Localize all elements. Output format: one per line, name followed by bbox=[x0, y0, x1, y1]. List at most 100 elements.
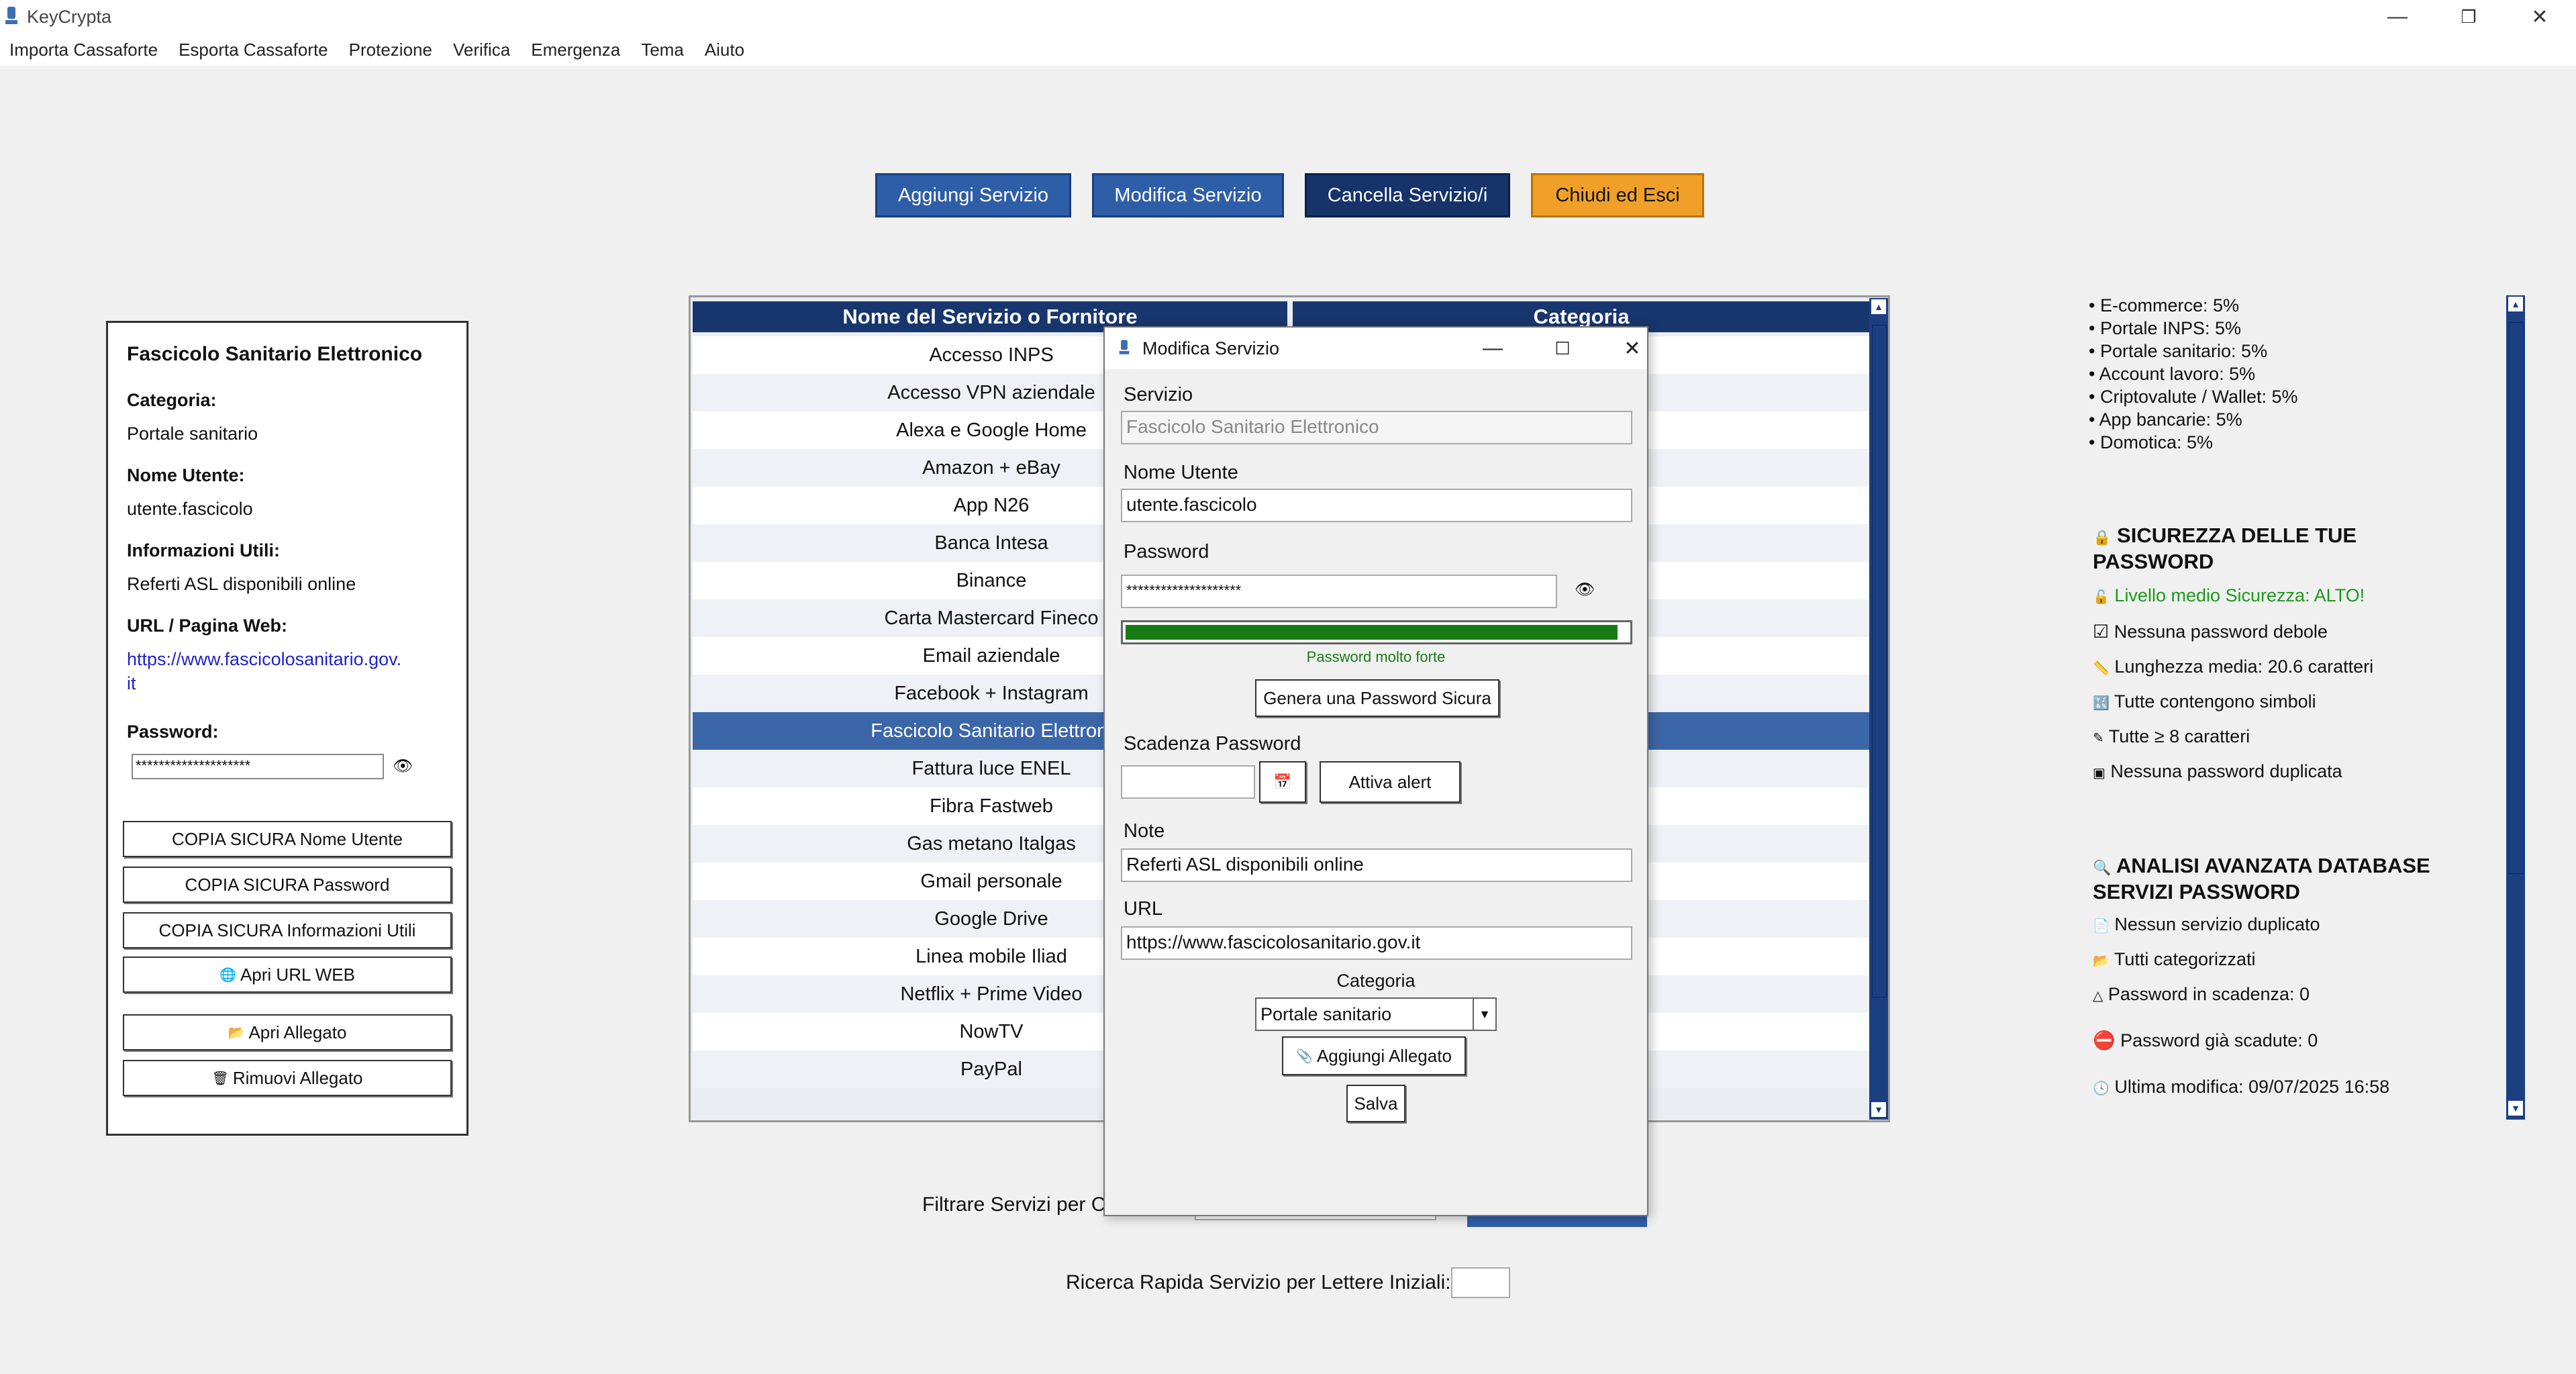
restore-icon: ❐ bbox=[2461, 6, 2477, 27]
stat-distribution-item: • Criptovalute / Wallet: 5% bbox=[2089, 387, 2298, 407]
filter-label: Filtrare Servizi per Ca bbox=[922, 1193, 1118, 1216]
delete-service-button[interactable]: Cancella Servizio/i bbox=[1305, 173, 1510, 217]
detail-password-label: Password: bbox=[127, 722, 219, 742]
stat-distribution-item: • Account lavoro: 5% bbox=[2089, 364, 2256, 384]
copy-info-label: COPIA SICURA Informazioni Utili bbox=[158, 920, 416, 940]
activate-alert-label: Attiva alert bbox=[1348, 771, 1432, 792]
title-bar: KeyCrypta — ❐ ✕ bbox=[0, 0, 2576, 34]
expiry-date-field[interactable] bbox=[1121, 765, 1255, 799]
add-attachment-button[interactable]: 📎 Aggiungi Allegato bbox=[1282, 1036, 1466, 1075]
open-attachment-label: Apri Allegato bbox=[248, 1022, 347, 1042]
security-heading-line2: PASSWORD bbox=[2093, 550, 2214, 573]
clock-icon: 🕓 bbox=[2093, 1081, 2110, 1096]
user-label: Nome Utente bbox=[1124, 462, 1238, 483]
generate-password-label: Genera una Password Sicura bbox=[1263, 687, 1491, 708]
copy-password-button[interactable]: COPIA SICURA Password bbox=[123, 867, 452, 903]
menu-verify[interactable]: Verifica bbox=[453, 40, 510, 60]
calendar-button[interactable]: 📅 bbox=[1259, 761, 1306, 803]
dialog-close-button[interactable]: ✕ bbox=[1612, 330, 1652, 366]
note-label: Note bbox=[1124, 820, 1165, 842]
scroll-up-icon[interactable]: ▲ bbox=[2508, 297, 2523, 311]
note-field[interactable]: Referti ASL disponibili online bbox=[1121, 848, 1632, 882]
symbols-icon: 🔣 bbox=[2093, 696, 2110, 711]
add-service-button[interactable]: Aggiungi Servizio bbox=[875, 173, 1071, 217]
menu-export[interactable]: Esporta Cassaforte bbox=[179, 40, 328, 60]
copy-user-button[interactable]: COPIA SICURA Nome Utente bbox=[123, 821, 452, 857]
menu-emergency[interactable]: Emergenza bbox=[531, 40, 620, 60]
analysis-heading-line1: ANALISI AVANZATA DATABASE bbox=[2116, 854, 2430, 877]
analysis-item: △ Password in scadenza: 0 bbox=[2093, 984, 2310, 1005]
open-attachment-button[interactable]: 📂 Apri Allegato bbox=[123, 1014, 452, 1050]
scroll-up-icon[interactable]: ▲ bbox=[1871, 299, 1886, 314]
password-strength-text: Password molto forte bbox=[1306, 648, 1446, 665]
analysis-item-text: Ultima modifica: 09/07/2025 16:58 bbox=[2114, 1077, 2390, 1097]
chevron-down-icon[interactable]: ▼ bbox=[1473, 999, 1495, 1030]
analysis-item: ⛔ Password già scadute: 0 bbox=[2093, 1030, 2318, 1051]
stat-distribution-item: • Portale INPS: 5% bbox=[2089, 318, 2242, 338]
password-field[interactable]: ******************** bbox=[1121, 575, 1557, 608]
category-select[interactable]: Portale sanitario ▼ bbox=[1255, 997, 1497, 1031]
open-url-button[interactable]: 🌐 Apri URL WEB bbox=[123, 956, 452, 993]
menu-theme[interactable]: Tema bbox=[641, 40, 684, 60]
menu-help[interactable]: Aiuto bbox=[705, 40, 744, 60]
table-scroll-thumb[interactable] bbox=[1872, 325, 1887, 997]
no-entry-icon: ⛔ bbox=[2093, 1030, 2116, 1050]
add-attachment-label: Aggiungi Allegato bbox=[1316, 1045, 1452, 1066]
lock-icon: 🔓 bbox=[2093, 590, 2110, 605]
eye-icon[interactable]: 👁 bbox=[393, 756, 413, 776]
remove-attachment-button[interactable]: 🗑 Rimuovi Allegato bbox=[123, 1060, 452, 1096]
activate-alert-button[interactable]: Attiva alert bbox=[1320, 761, 1460, 803]
stats-scrollbar[interactable]: ▲ ▼ bbox=[2506, 295, 2525, 1120]
maximize-icon: ☐ bbox=[1554, 338, 1571, 358]
app-title: KeyCrypta bbox=[27, 7, 112, 27]
analysis-item: 🕓 Ultima modifica: 09/07/2025 16:58 bbox=[2093, 1077, 2389, 1097]
close-and-exit-button[interactable]: Chiudi ed Esci bbox=[1531, 173, 1704, 217]
detail-info: Referti ASL disponibili online bbox=[127, 574, 356, 594]
analysis-item: 📂 Tutti categorizzati bbox=[2093, 949, 2256, 970]
analysis-item-text: Tutti categorizzati bbox=[2114, 949, 2256, 969]
detail-url-link-cont[interactable]: it bbox=[127, 673, 136, 694]
detail-title: Fascicolo Sanitario Elettronico bbox=[127, 343, 423, 365]
menu-import[interactable]: Importa Cassaforte bbox=[9, 40, 158, 60]
stats-panel: • E-commerce: 5% • Portale INPS: 5% • Po… bbox=[2089, 295, 2465, 1121]
analysis-item: 📄 Nessun servizio duplicato bbox=[2093, 914, 2320, 935]
menu-protection[interactable]: Protezione bbox=[349, 40, 432, 60]
copy-user-label: COPIA SICURA Nome Utente bbox=[172, 828, 403, 849]
url-field[interactable]: https://www.fascicolosanitario.gov.it bbox=[1121, 926, 1632, 960]
close-icon: ✕ bbox=[2531, 5, 2548, 28]
detail-url-link[interactable]: https://www.fascicolosanitario.gov. bbox=[127, 649, 401, 670]
service-detail-panel: Fascicolo Sanitario Elettronico Categori… bbox=[106, 321, 468, 1136]
security-item-text: Tutte ≥ 8 caratteri bbox=[2108, 726, 2250, 746]
paperclip-icon: 📎 bbox=[1296, 1048, 1313, 1064]
eye-icon[interactable]: 👁 bbox=[1575, 580, 1595, 599]
service-field: Fascicolo Sanitario Elettronico bbox=[1121, 411, 1632, 444]
stats-scroll-thumb[interactable] bbox=[2509, 322, 2524, 874]
folder-icon: 📂 bbox=[228, 1025, 245, 1040]
menu-bar: Importa Cassaforte Esporta Cassaforte Pr… bbox=[0, 34, 2576, 66]
save-button[interactable]: Salva bbox=[1346, 1085, 1405, 1122]
trash-icon: 🗑 bbox=[211, 1071, 229, 1086]
detail-password-field[interactable]: ******************** bbox=[132, 754, 384, 779]
table-scrollbar[interactable]: ▲ ▼ bbox=[1869, 298, 1888, 1120]
analysis-item-text: Nessun servizio duplicato bbox=[2114, 914, 2320, 934]
user-field[interactable]: utente.fascicolo bbox=[1121, 489, 1632, 522]
edit-service-button[interactable]: Modifica Servizio bbox=[1092, 173, 1284, 217]
copy-info-button[interactable]: COPIA SICURA Informazioni Utili bbox=[123, 912, 452, 948]
expiry-label: Scadenza Password bbox=[1124, 733, 1301, 754]
dialog-title: Modifica Servizio bbox=[1142, 338, 1280, 358]
search-input[interactable] bbox=[1451, 1267, 1510, 1298]
minimize-button[interactable]: — bbox=[2364, 0, 2431, 34]
scroll-down-icon[interactable]: ▼ bbox=[2508, 1101, 2523, 1116]
close-window-button[interactable]: ✕ bbox=[2506, 0, 2573, 34]
scroll-down-icon[interactable]: ▼ bbox=[1871, 1102, 1886, 1117]
dialog-minimize-button[interactable]: — bbox=[1473, 330, 1513, 366]
folder-icon: 📂 bbox=[2093, 954, 2110, 969]
dialog-maximize-button[interactable]: ☐ bbox=[1542, 330, 1583, 366]
security-item-text: Nessuna password debole bbox=[2114, 622, 2328, 642]
maximize-button[interactable]: ❐ bbox=[2435, 0, 2502, 34]
security-item-text: Lunghezza media: 20.6 caratteri bbox=[2114, 656, 2374, 677]
analysis-item-text: Password già scadute: 0 bbox=[2120, 1030, 2318, 1050]
search-label: Ricerca Rapida Servizio per Lettere Iniz… bbox=[1066, 1271, 1451, 1293]
security-item-text: Tutte contengono simboli bbox=[2114, 691, 2316, 711]
generate-password-button[interactable]: Genera una Password Sicura bbox=[1255, 679, 1499, 717]
